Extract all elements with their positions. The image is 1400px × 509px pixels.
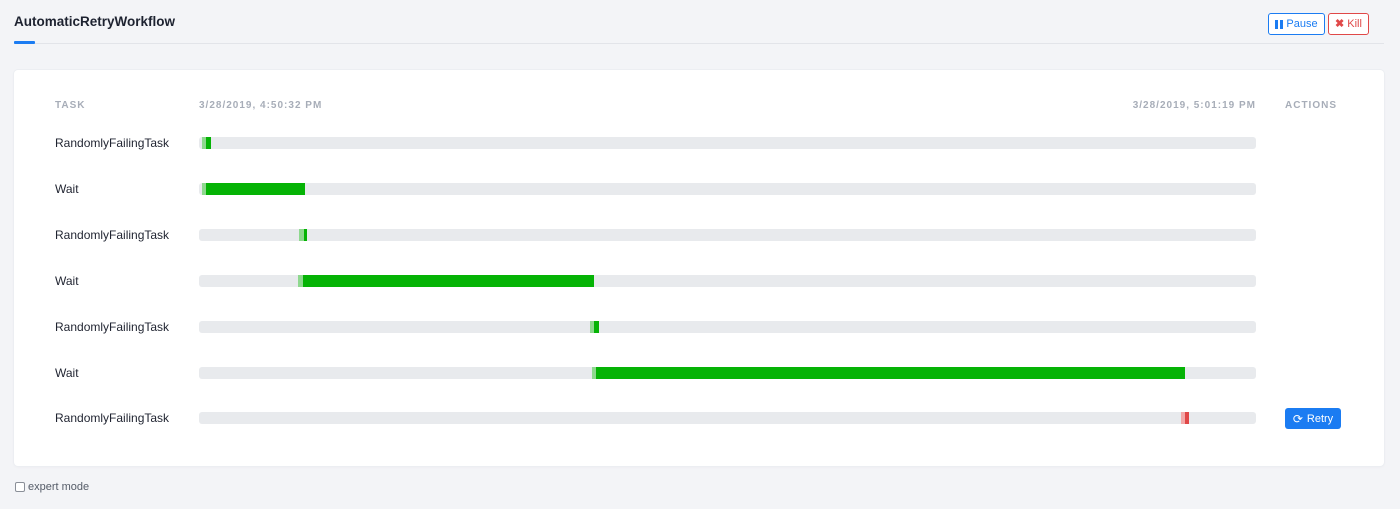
timeline-track [199, 182, 1256, 195]
execution-segment[interactable] [594, 320, 599, 333]
column-header-actions: ACTIONS [1285, 100, 1337, 111]
pause-icon [1275, 19, 1284, 29]
timeline-track [199, 366, 1256, 379]
execution-segment[interactable] [1185, 412, 1190, 425]
timeline-track [199, 137, 1256, 149]
execution-segment[interactable] [303, 228, 307, 241]
task-name: RandomlyFailingTask [55, 411, 170, 426]
task-name: Wait [55, 273, 79, 288]
close-icon: ✖ [1335, 17, 1345, 30]
execution-segment[interactable] [302, 274, 595, 287]
kill-button[interactable]: ✖ Kill [1328, 13, 1369, 35]
task-row: Wait [14, 363, 1384, 383]
retry-button[interactable]: ⟳ Retry [1285, 408, 1341, 430]
pause-button-label: Pause [1286, 18, 1318, 30]
execution-segment[interactable] [206, 182, 305, 195]
task-name: Wait [55, 365, 79, 380]
retry-button-label: Retry [1306, 412, 1334, 425]
task-row: Wait [14, 271, 1384, 291]
expert-mode-label: expert mode [28, 481, 90, 493]
task-row: Wait [14, 179, 1384, 199]
refresh-icon: ⟳ [1292, 411, 1303, 426]
task-name: RandomlyFailingTask [55, 136, 170, 150]
task-name: RandomlyFailingTask [55, 319, 170, 334]
task-row: RandomlyFailingTask [14, 225, 1384, 245]
timeline-track [199, 320, 1256, 333]
timeline-track [199, 228, 1256, 241]
kill-button-label: Kill [1347, 18, 1362, 30]
pause-button[interactable]: Pause [1268, 13, 1325, 35]
page-title: AutomaticRetryWorkflow [14, 14, 176, 29]
timeline-card: TASK 3/28/2019, 4:50:32 PM 3/28/2019, 5:… [14, 70, 1384, 466]
task-row: RandomlyFailingTask [14, 317, 1384, 337]
timeline-track [199, 274, 1256, 287]
column-header-task: TASK [55, 100, 86, 111]
task-row: RandomlyFailingTask ⟳ Retry [14, 408, 1384, 430]
start-time-label: 3/28/2019, 4:50:32 PM [199, 100, 323, 111]
expert-mode-toggle[interactable]: expert mode [15, 481, 89, 493]
workflow-header: AutomaticRetryWorkflow [14, 0, 1384, 44]
task-name: RandomlyFailingTask [55, 227, 170, 242]
active-tab-indicator [14, 41, 35, 44]
task-name: Wait [55, 181, 79, 196]
expert-mode-checkbox[interactable] [15, 482, 25, 492]
task-row: RandomlyFailingTask [14, 133, 1384, 153]
timeline-track [199, 412, 1256, 425]
execution-segment[interactable] [596, 366, 1186, 379]
end-time-label: 3/28/2019, 5:01:19 PM [1132, 100, 1256, 111]
execution-segment[interactable] [206, 137, 211, 149]
